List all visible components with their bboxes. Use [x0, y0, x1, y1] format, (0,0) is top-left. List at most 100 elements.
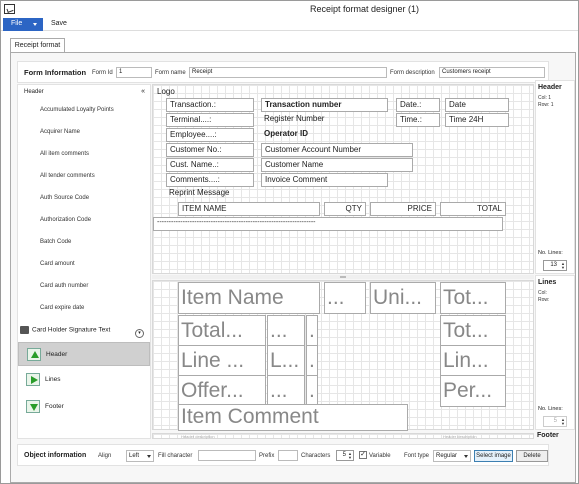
file-menu-button[interactable]: File — [3, 18, 43, 31]
line-total-field[interactable]: Tot... — [440, 282, 506, 314]
form-description-field[interactable]: Customers receipt — [439, 67, 545, 78]
card-holder-signature-item[interactable]: Card Holder Signature Text — [20, 326, 110, 334]
separator-dashes-field[interactable]: ----------------------------------------… — [153, 217, 503, 231]
align-select[interactable]: Left — [126, 450, 154, 462]
line-unit-field[interactable]: Uni... — [370, 282, 436, 314]
qty-col-field[interactable]: QTY — [324, 202, 366, 216]
header-col-label: Col: 1 — [538, 95, 552, 101]
form-information-panel: Form Information Form Id 1 Form name Rec… — [17, 61, 549, 83]
field-item[interactable]: All item comments — [40, 151, 89, 157]
chevron-down-icon — [33, 23, 37, 26]
chevron-down-icon — [464, 455, 468, 458]
date-field[interactable]: Date — [445, 98, 509, 112]
header-design-grid[interactable]: Logo Transaction.: Transaction number Da… — [152, 84, 534, 274]
field-item[interactable]: Authorization Code — [40, 217, 91, 223]
stepper-arrows-icon[interactable]: ▲ ▼ — [559, 418, 565, 426]
line-percent-field[interactable]: Per... — [440, 375, 506, 407]
chevron-down-icon[interactable]: ▾ — [135, 329, 144, 338]
footer-faint-text: Header description — [181, 434, 215, 439]
tab-receipt-format[interactable]: Receipt format — [10, 38, 65, 52]
lines-nolines-stepper[interactable]: 5 ▲ ▼ — [543, 416, 567, 427]
field-item[interactable]: Card auth number — [40, 283, 88, 289]
invoice-comment-field[interactable]: Invoice Comment — [261, 173, 388, 187]
price-col-field[interactable]: PRICE — [370, 202, 436, 216]
nav-lines-button[interactable]: Lines — [18, 368, 150, 392]
nav-lines-label: Lines — [45, 376, 61, 383]
nav-header-label: Header — [46, 351, 68, 358]
prefix-field[interactable] — [278, 450, 298, 461]
font-type-select[interactable]: Regular — [433, 450, 471, 462]
line-field[interactable]: . — [306, 375, 318, 407]
field-item[interactable]: All tender comments — [40, 173, 95, 179]
form-name-field[interactable]: Receipt — [189, 67, 387, 78]
field-item[interactable]: Accumulated Loyalty Points — [40, 107, 114, 113]
line-offer-field[interactable]: Offer... — [178, 375, 266, 407]
characters-value: 5 — [342, 452, 346, 458]
characters-stepper[interactable]: 5 ▲ ▼ — [336, 450, 354, 461]
fill-character-field[interactable] — [198, 450, 256, 461]
form-id-field[interactable]: 1 — [116, 67, 152, 78]
line-field[interactable]: ... — [267, 375, 305, 407]
terminal-label-field[interactable]: Terminal....: — [166, 113, 254, 127]
form-info-title: Form Information — [24, 68, 87, 77]
select-image-button[interactable]: Select image — [474, 450, 513, 462]
time-label-field[interactable]: Time.: — [396, 113, 440, 127]
customer-no-label-field[interactable]: Customer No.: — [166, 143, 254, 157]
header-nolines-label: No. Lines: — [538, 250, 563, 256]
line-field[interactable]: . — [306, 315, 318, 347]
header-nolines-value: 13 — [550, 262, 557, 268]
employee-label-field[interactable]: Employee....: — [166, 128, 254, 142]
lines-design-grid[interactable]: Item Name ... Uni... Tot... Total... ...… — [152, 280, 534, 431]
line-total-label-field[interactable]: Total... — [178, 315, 266, 347]
field-list-header: Header — [24, 89, 44, 95]
total-col-field[interactable]: TOTAL — [440, 202, 506, 216]
delete-button[interactable]: Delete — [516, 450, 548, 462]
lines-row-label: Row: — [538, 297, 550, 303]
customer-name-field[interactable]: Customer Name — [261, 158, 413, 172]
nav-footer-label: Footer — [45, 403, 64, 410]
operator-id-field[interactable]: Operator ID — [261, 128, 388, 142]
field-item[interactable]: Batch Code — [40, 239, 71, 245]
line-field[interactable]: Lin... — [440, 345, 506, 377]
nav-footer-button[interactable]: Footer — [18, 395, 150, 419]
header-pane-title: Header — [538, 84, 562, 91]
field-item[interactable]: Card expire date — [40, 305, 84, 311]
header-lines-splitter[interactable] — [152, 275, 534, 279]
line-field[interactable]: ... — [267, 315, 305, 347]
line-item-name-field[interactable]: Item Name — [178, 282, 320, 314]
save-button[interactable]: Save — [51, 20, 67, 27]
arrow-down-icon — [26, 400, 40, 413]
date-label-field[interactable]: Date.: — [396, 98, 440, 112]
reprint-message-field[interactable]: Reprint Message — [166, 187, 286, 201]
arrow-up-icon — [27, 348, 41, 361]
line-field[interactable]: L... — [267, 345, 305, 377]
field-item[interactable]: Card amount — [40, 261, 75, 267]
line-field[interactable]: ... — [324, 282, 366, 314]
stepper-arrows-icon[interactable]: ▲ ▼ — [347, 452, 352, 460]
logo-field[interactable]: Logo — [154, 86, 194, 98]
header-nolines-stepper[interactable]: 13 ▲ ▼ — [543, 260, 567, 271]
stepper-arrows-icon[interactable]: ▲ ▼ — [559, 262, 565, 270]
time-field[interactable]: Time 24H — [445, 113, 509, 127]
nav-header-button[interactable]: Header — [18, 342, 150, 366]
menu-bar: File Save — [1, 17, 578, 31]
field-item[interactable]: Acquirer Name — [40, 129, 80, 135]
register-number-field[interactable]: Register Number — [261, 113, 388, 127]
line-item-comment-field[interactable]: Item Comment — [178, 404, 408, 431]
item-name-col-field[interactable]: ITEM NAME — [178, 202, 320, 216]
line-total-field[interactable]: Tot... — [440, 315, 506, 347]
field-item[interactable]: Auth Source Code — [40, 195, 89, 201]
main-content: Form Information Form Id 1 Form name Rec… — [10, 52, 576, 483]
transaction-label-field[interactable]: Transaction.: — [166, 98, 254, 112]
transaction-number-field[interactable]: Transaction number — [261, 98, 388, 112]
cust-name-label-field[interactable]: Cust. Name..: — [166, 158, 254, 172]
collapse-icon[interactable]: « — [141, 88, 145, 95]
variable-label: Variable — [369, 453, 391, 459]
footer-design-grid[interactable]: Header description Header description — [152, 433, 534, 439]
variable-checkbox[interactable]: ✓ — [359, 451, 367, 459]
line-discount-field[interactable]: Line ... — [178, 345, 266, 377]
comments-label-field[interactable]: Comments....: — [166, 173, 254, 187]
customer-account-field[interactable]: Customer Account Number — [261, 143, 413, 157]
form-id-label: Form Id — [92, 70, 113, 76]
line-field[interactable]: . — [306, 345, 318, 377]
